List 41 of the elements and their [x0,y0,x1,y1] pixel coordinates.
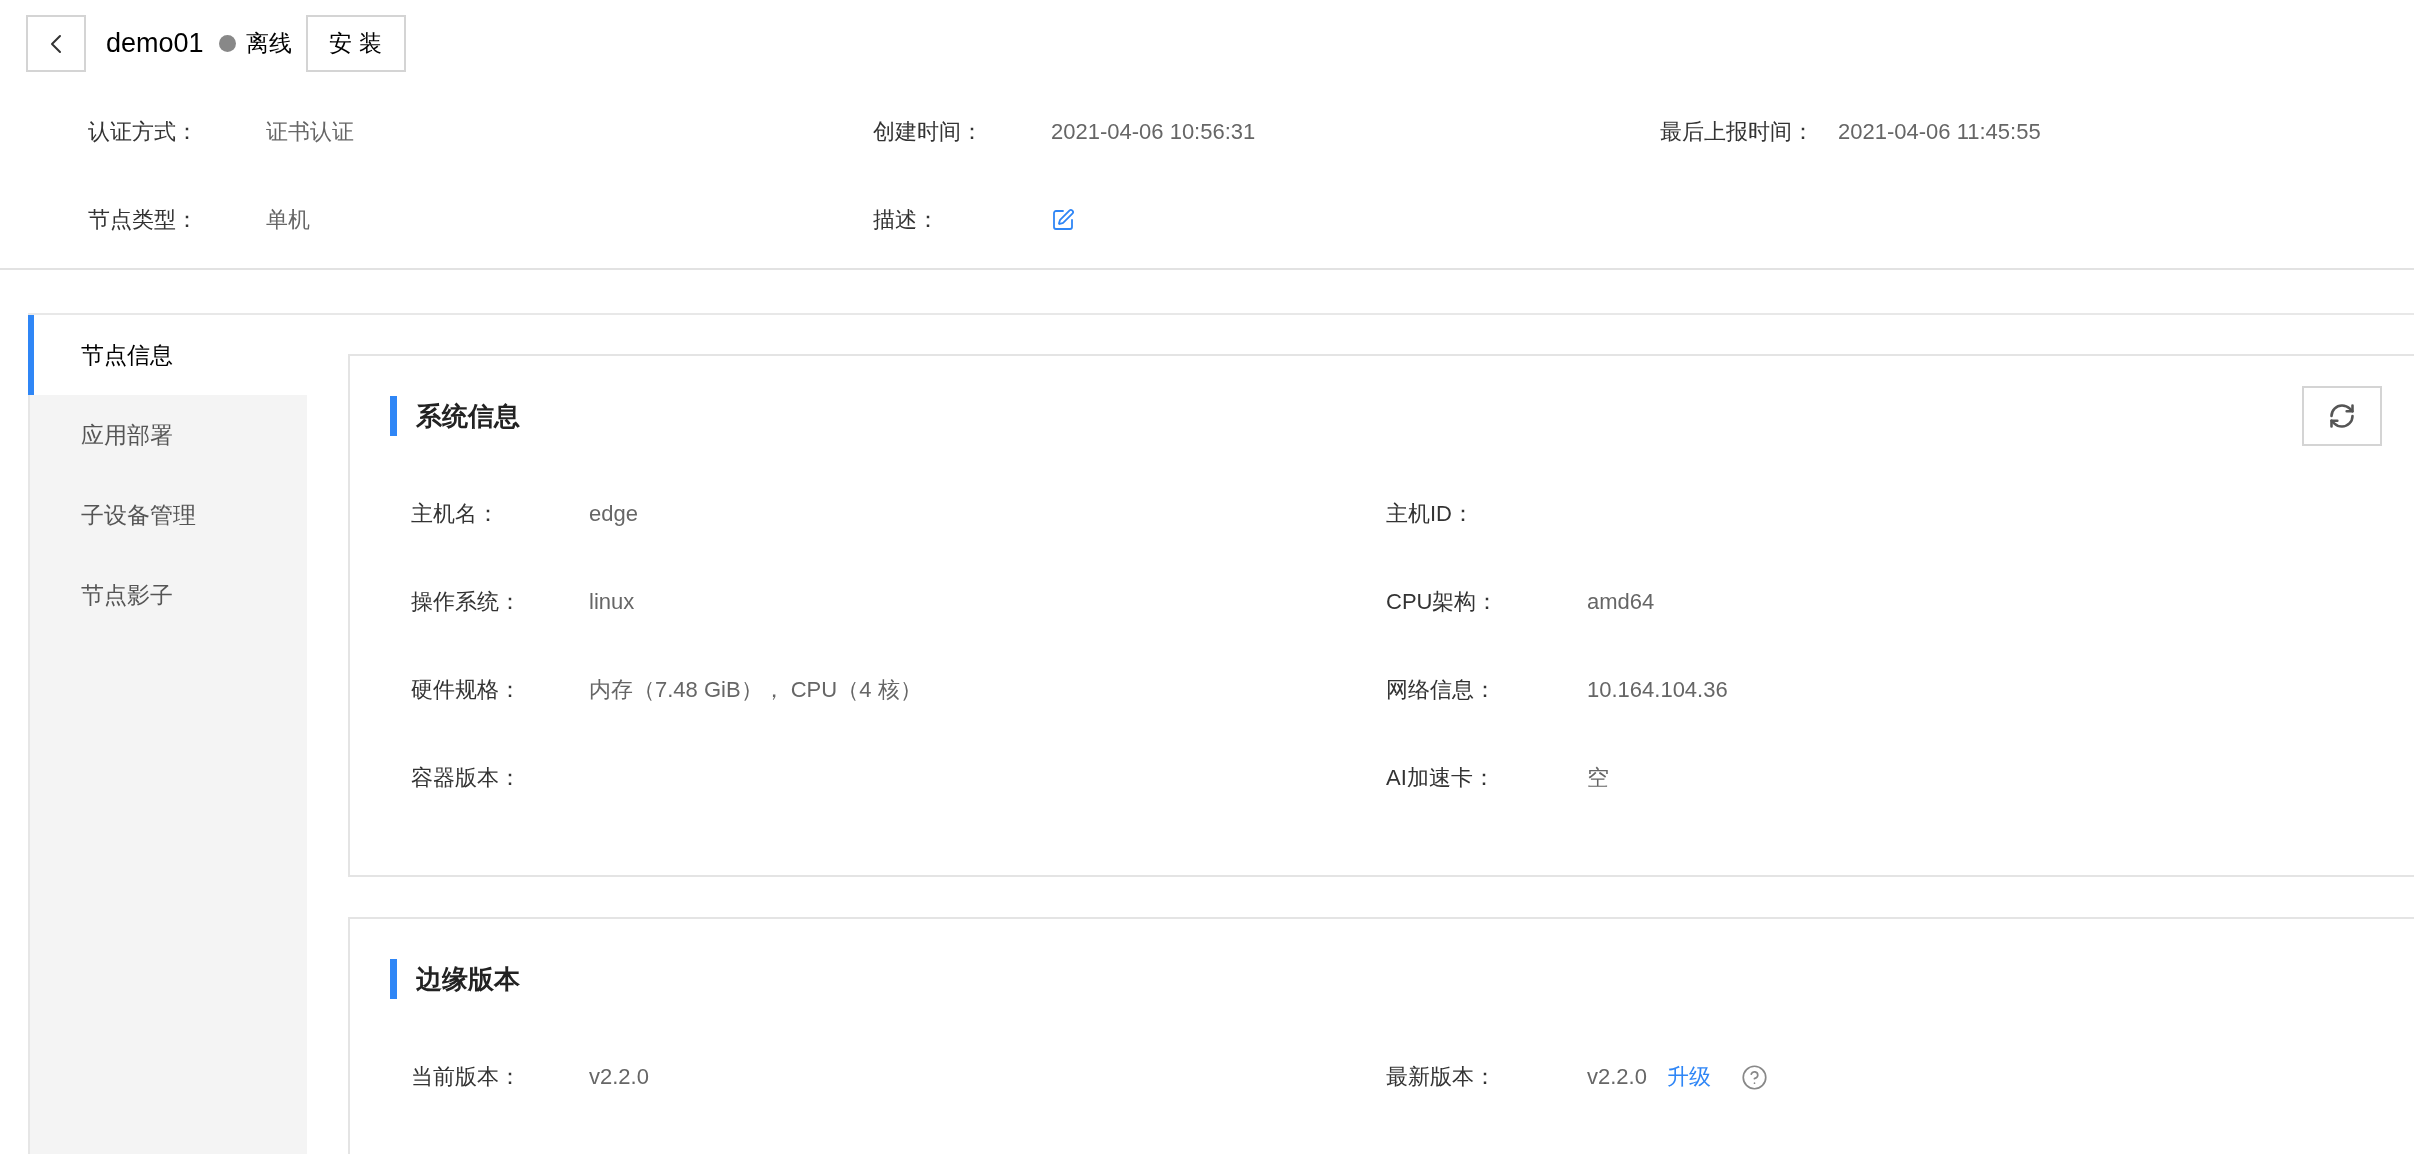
field-label: 主机名： [411,500,500,528]
field-label: 容器版本： [411,764,522,792]
help-icon[interactable] [1740,1063,1768,1091]
meta-label: 节点类型： [88,206,199,234]
refresh-button[interactable] [2302,386,2382,446]
field-label: 操作系统： [411,588,522,616]
field-label: 最新版本： [1386,1063,1497,1091]
field-value: 内存（7.48 GiB）， CPU（4 核） [589,676,922,704]
sidebar-item[interactable]: 节点信息 [28,315,307,395]
edit-icon[interactable] [1051,208,1075,232]
field-label: 当前版本： [411,1063,522,1091]
field-value: 空 [1587,764,1609,792]
status-text: 离线 [245,29,292,58]
meta-label: 认证方式： [88,118,199,146]
install-button[interactable]: 安 装 [305,15,406,72]
sidebar-item[interactable]: 节点影子 [28,555,307,635]
sidebar-item[interactable]: 应用部署 [28,395,307,475]
meta-label: 创建时间： [873,118,984,146]
section-title: 系统信息 [390,396,520,436]
field-value: amd64 [1587,589,1655,615]
field-value: 10.164.104.36 [1587,677,1728,703]
field-value: linux [589,589,635,615]
field-value: v2.2.0 [589,1064,649,1090]
field-value: edge [589,501,638,527]
field-label: 硬件规格： [411,676,522,704]
meta-label: 描述： [873,206,940,234]
upgrade-link[interactable]: 升级 [1666,1062,1711,1092]
sidebar-item[interactable]: 子设备管理 [28,475,307,555]
node-title: demo01 [106,28,204,59]
meta-value: 单机 [266,206,310,234]
meta-value: 证书认证 [266,118,354,146]
meta-value: 2021-04-06 11:45:55 [1838,119,2041,145]
field-label: AI加速卡： [1386,764,1496,792]
field-label: 网络信息： [1386,676,1497,704]
field-label: 主机ID： [1386,500,1475,528]
refresh-icon [2328,402,2356,430]
section-title: 边缘版本 [390,959,520,999]
meta-value: 2021-04-06 10:56:31 [1051,119,1256,145]
meta-label: 最后上报时间： [1660,118,1815,146]
field-label: CPU架构： [1386,588,1500,616]
field-value: v2.2.0 [1587,1064,1647,1090]
